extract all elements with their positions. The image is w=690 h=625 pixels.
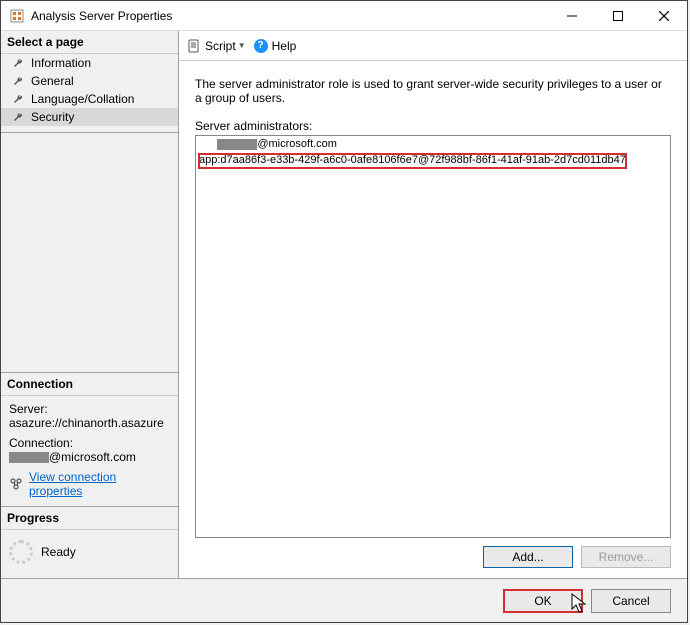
ok-button[interactable]: OK: [503, 589, 583, 613]
script-icon: [187, 39, 201, 53]
list-label: Server administrators:: [195, 119, 671, 133]
help-label: Help: [272, 39, 297, 53]
progress-status: Ready: [41, 545, 76, 559]
progress-spinner-icon: [9, 540, 33, 564]
connection-link[interactable]: View connection properties: [29, 470, 170, 498]
help-icon: ?: [254, 39, 268, 53]
list-item[interactable]: @microsoft.com: [199, 138, 667, 152]
wrench-icon: [11, 92, 25, 106]
titlebar: Analysis Server Properties: [1, 1, 687, 31]
left-pane: Select a page Information General Langua…: [1, 31, 179, 578]
server-label: Server:: [9, 402, 170, 416]
page-list: Select a page Information General Langua…: [1, 31, 178, 133]
add-button[interactable]: Add...: [483, 546, 573, 568]
connection-label: Connection:: [9, 436, 170, 450]
cancel-button[interactable]: Cancel: [591, 589, 671, 613]
app-icon: [9, 8, 25, 24]
redacted-text: [217, 139, 257, 150]
main-body: The server administrator role is used to…: [179, 61, 687, 578]
progress-header: Progress: [1, 507, 178, 530]
page-item-information[interactable]: Information: [1, 54, 178, 72]
toolbar: Script ▼ ? Help: [179, 31, 687, 61]
right-pane: Script ▼ ? Help The server administrator…: [179, 31, 687, 578]
maximize-button[interactable]: [595, 1, 641, 30]
list-buttons: Add... Remove...: [195, 546, 671, 568]
page-item-label: General: [31, 74, 74, 88]
server-admins-listbox[interactable]: @microsoft.com app:d7aa86f3-e33b-429f-a6…: [195, 135, 671, 538]
chevron-down-icon: ▼: [238, 41, 246, 50]
wrench-icon: [11, 74, 25, 88]
script-button[interactable]: Script ▼: [187, 39, 246, 53]
wrench-icon: [11, 110, 25, 124]
connection-section: Connection Server: asazure://chinanorth.…: [1, 372, 178, 506]
page-item-general[interactable]: General: [1, 72, 178, 90]
connection-icon: [9, 477, 23, 491]
view-connection-properties[interactable]: View connection properties: [9, 470, 170, 498]
page-item-label: Security: [31, 110, 74, 124]
help-button[interactable]: ? Help: [254, 39, 297, 53]
window-controls: [549, 1, 687, 30]
page-item-label: Language/Collation: [31, 92, 134, 106]
bottom-bar: OK Cancel: [1, 578, 687, 622]
list-item[interactable]: app:d7aa86f3-e33b-429f-a6c0-0afe8106f6e7…: [199, 154, 626, 168]
connection-header: Connection: [1, 373, 178, 396]
wrench-icon: [11, 56, 25, 70]
connection-value: @microsoft.com: [9, 450, 170, 464]
close-button[interactable]: [641, 1, 687, 30]
script-label: Script: [205, 39, 236, 53]
redacted-text: [9, 452, 49, 463]
minimize-button[interactable]: [549, 1, 595, 30]
page-item-label: Information: [31, 56, 91, 70]
page-item-language[interactable]: Language/Collation: [1, 90, 178, 108]
progress-section: Progress Ready: [1, 506, 178, 578]
remove-button[interactable]: Remove...: [581, 546, 671, 568]
description-text: The server administrator role is used to…: [195, 77, 671, 105]
select-page-header: Select a page: [1, 31, 178, 54]
server-value: asazure://chinanorth.asazure: [9, 416, 170, 430]
content-area: Select a page Information General Langua…: [1, 31, 687, 578]
page-item-security[interactable]: Security: [1, 108, 178, 126]
window-title: Analysis Server Properties: [31, 9, 549, 23]
dialog-window: Analysis Server Properties Select a page…: [0, 0, 688, 623]
